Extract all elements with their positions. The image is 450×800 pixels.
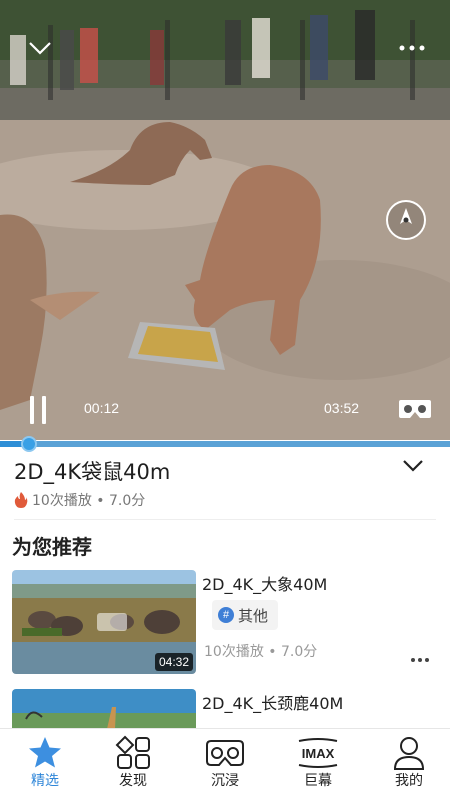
vr-mode-button[interactable] <box>398 396 432 424</box>
imax-icon: IMAX <box>298 738 338 768</box>
tab-label: 我的 <box>395 773 423 789</box>
video-player[interactable]: 00:12 03:52 <box>0 0 450 440</box>
imax-label: IMAX <box>302 746 335 761</box>
recommend-item[interactable]: 04:32 2D_4K_大象40M # 其他 10次播放 • 7.0分 <box>12 570 442 680</box>
chevron-down-icon <box>29 42 51 55</box>
tab-label: 发现 <box>119 773 147 789</box>
tab-label: 巨幕 <box>304 773 332 789</box>
progress-bar[interactable] <box>0 436 450 452</box>
video-frame <box>0 0 450 440</box>
vr-headset-icon <box>206 740 244 766</box>
person-icon <box>393 737 425 770</box>
gyroscope-button[interactable] <box>384 198 428 242</box>
tab-label: 沉浸 <box>211 773 239 789</box>
tab-featured[interactable]: 精选 <box>0 729 90 800</box>
pause-icon <box>30 396 34 424</box>
playback-controls: 00:12 03:52 <box>0 390 450 430</box>
pause-button[interactable] <box>28 396 50 424</box>
chevron-down-icon <box>403 460 423 472</box>
more-dots-icon <box>411 658 429 662</box>
video-duration: 04:32 <box>154 653 193 671</box>
recommend-title[interactable]: 2D_4K_长颈鹿40M <box>202 690 343 714</box>
bottom-tab-bar: 精选 发现 沉浸 IMAX 巨幕 我的 <box>0 728 450 800</box>
compass-icon <box>386 200 426 240</box>
section-title: 为您推荐 <box>12 535 92 559</box>
current-time: 00:12 <box>84 400 120 416</box>
recommend-meta: 10次播放 • 7.0分 <box>204 644 318 660</box>
tab-label: 精选 <box>31 773 59 789</box>
divider <box>14 519 436 520</box>
tab-immersive[interactable]: 沉浸 <box>180 729 270 800</box>
video-meta-text: 10次播放 • 7.0分 <box>32 493 146 509</box>
vr-glasses-icon <box>97 613 127 631</box>
tab-imax[interactable]: IMAX 巨幕 <box>273 729 363 800</box>
video-thumbnail[interactable]: 04:32 <box>12 570 196 674</box>
vr-glasses-icon <box>399 400 431 418</box>
video-title: 2D_4K袋鼠40m <box>14 460 171 484</box>
hashtag-icon: # <box>218 607 234 623</box>
progress-handle[interactable] <box>21 436 38 452</box>
category-tag-label: 其他 <box>238 606 269 625</box>
category-tag[interactable]: # 其他 <box>212 600 279 630</box>
grid-icon <box>115 735 150 769</box>
item-more-button[interactable] <box>410 648 430 662</box>
more-options-button[interactable] <box>394 30 430 66</box>
tab-discover[interactable]: 发现 <box>88 729 178 800</box>
minimize-button[interactable] <box>22 30 58 66</box>
recommend-title[interactable]: 2D_4K_大象40M <box>202 571 327 595</box>
total-time: 03:52 <box>324 400 360 416</box>
tab-profile[interactable]: 我的 <box>364 729 450 800</box>
video-meta: 10次播放 • 7.0分 <box>14 490 145 510</box>
fire-icon <box>14 492 28 508</box>
more-dots-icon <box>399 45 425 51</box>
expand-details-button[interactable] <box>402 458 432 484</box>
star-icon <box>29 737 61 768</box>
